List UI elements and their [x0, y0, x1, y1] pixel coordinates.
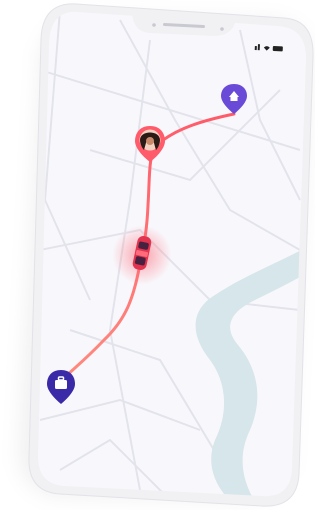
- app-preview-stage: [0, 0, 315, 510]
- signal-icon: [254, 45, 257, 51]
- phone-scene: [28, 3, 314, 507]
- battery-icon: [272, 45, 283, 52]
- map-screen: [38, 11, 306, 497]
